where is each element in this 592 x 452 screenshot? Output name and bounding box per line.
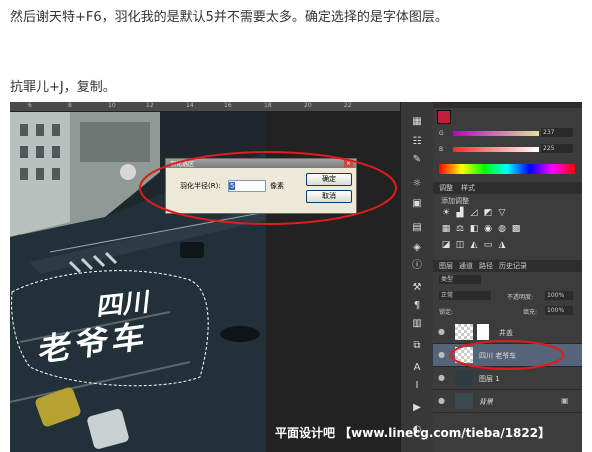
layer-highlight-circle — [450, 340, 564, 370]
watermark: 平面设计吧 【www.linecg.com/tieba/1822】 — [275, 426, 551, 440]
instruction-line-2: 抗罪儿+J，复制。 — [10, 80, 116, 95]
annotation-overlay — [139, 151, 564, 370]
instruction-line-1: 然后谢天特+F6，羽化我的是默认5并不需要太多。确定选择的是字体图层。 — [10, 10, 448, 25]
dialog-highlight-circle — [139, 151, 397, 225]
photoshop-screenshot: 6 8 10 12 14 16 18 20 22 四川 老爷车 羽化选区 × 羽… — [10, 102, 582, 452]
